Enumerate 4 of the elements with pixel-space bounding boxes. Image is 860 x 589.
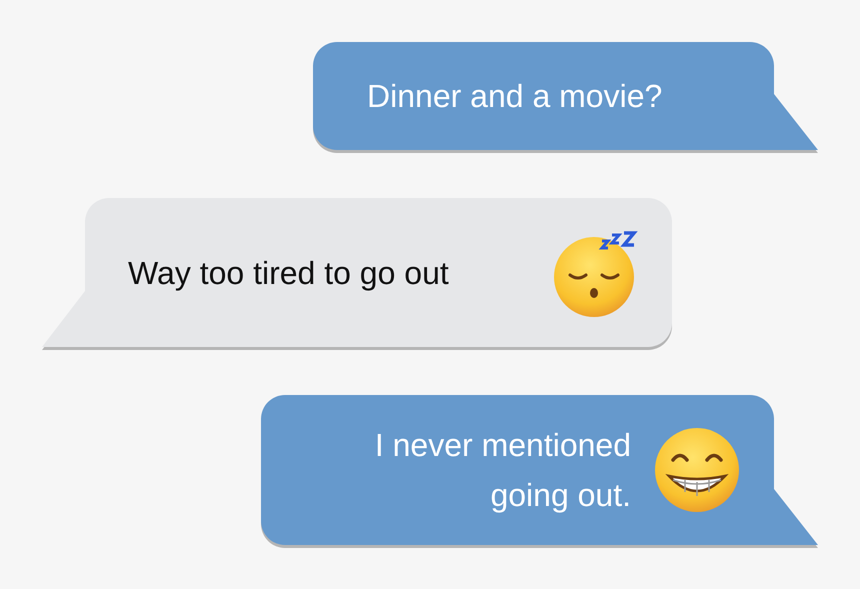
message-text: Way too tired to go out bbox=[128, 254, 450, 293]
message-text: I never mentioned going out. bbox=[374, 426, 631, 515]
grinning-face-icon bbox=[653, 426, 741, 514]
message-text: Dinner and a movie? bbox=[367, 77, 664, 116]
